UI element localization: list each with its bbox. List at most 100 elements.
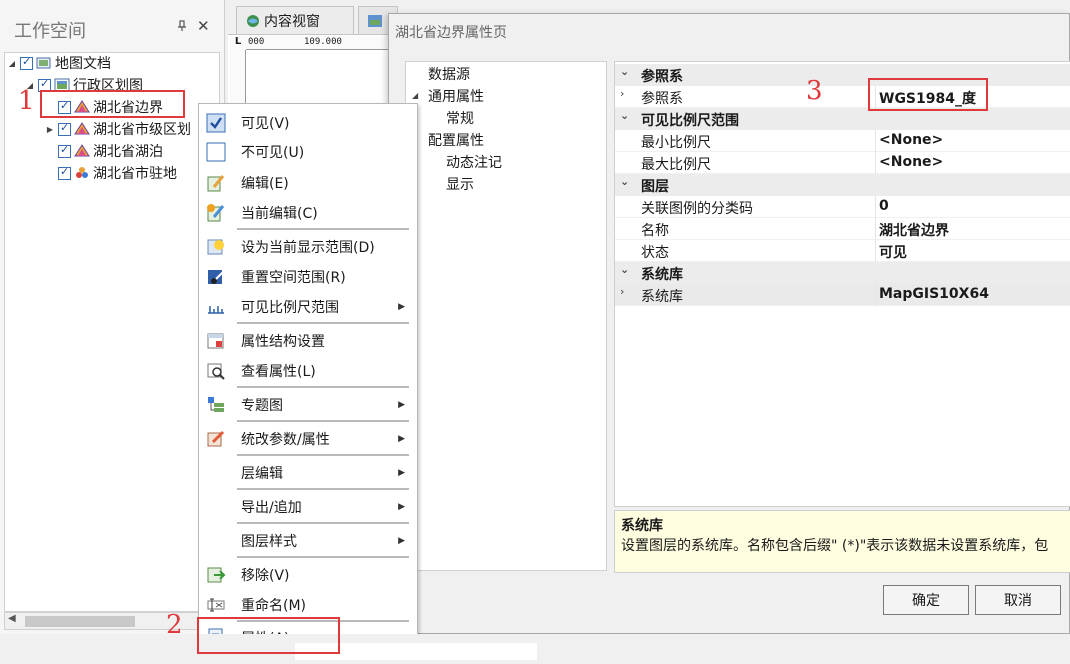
property-row-reference[interactable]: › 参照系 WGS1984_度 (615, 86, 1070, 108)
menu-item-thematic-map[interactable]: 专题图 ▶ (199, 392, 417, 418)
map-icon (367, 13, 383, 29)
property-name: 系统库 (641, 289, 683, 305)
category-layer[interactable]: ⌄ 图层 (615, 174, 1070, 196)
nav-item-regular[interactable]: 常规 (446, 108, 474, 130)
menu-item-export-append[interactable]: 导出/追加 ▶ (199, 494, 417, 520)
collapse-icon[interactable]: ◢ (412, 91, 418, 100)
category-system-library[interactable]: ⌄ 系统库 (615, 262, 1070, 284)
checkbox-icon[interactable] (58, 121, 71, 136)
tab-content-view[interactable]: 内容视窗 (236, 6, 354, 34)
category-scale-range[interactable]: ⌄ 可见比例尺范围 (615, 108, 1070, 130)
menu-item-label: 查看属性(L) (241, 364, 316, 380)
nav-item-display[interactable]: 显示 (446, 174, 474, 196)
ok-button[interactable]: 确定 (883, 585, 969, 615)
property-value[interactable]: <None> (879, 132, 943, 148)
property-value[interactable]: 湖北省边界 (879, 220, 949, 240)
close-icon[interactable]: ✕ (197, 17, 210, 35)
nav-item-data-source[interactable]: 数据源 (428, 64, 470, 86)
checkbox-icon[interactable] (58, 143, 71, 158)
menu-item-label: 统改参数/属性 (241, 432, 330, 448)
menu-item-layer-style[interactable]: 图层样式 ▶ (199, 528, 417, 554)
menu-item-label: 可见(V) (241, 116, 290, 132)
submenu-arrow-icon: ▶ (398, 468, 405, 478)
empty-box-icon (205, 142, 227, 162)
ruler-unit: L (230, 36, 246, 50)
dialog-title: 湖北省边界属性页 (395, 25, 507, 41)
pin-icon[interactable] (177, 20, 187, 35)
menu-item-label: 图层样式 (241, 534, 297, 550)
menu-item-rename[interactable]: 重命名(M) (199, 592, 417, 618)
menu-item-reset-extent[interactable]: 重置空间范围(R) (199, 264, 417, 290)
description-panel: 系统库 设置图层的系统库。名称包含后缀" (*)"表示该数据未设置系统库，包 (614, 510, 1070, 573)
menu-item-attribute-structure[interactable]: 属性结构设置 (199, 328, 417, 354)
property-row-state[interactable]: 状态 可见 (615, 240, 1070, 262)
menu-item-edit[interactable]: 编辑(E) (199, 170, 417, 196)
property-value[interactable]: <None> (879, 154, 943, 170)
workspace-title: 工作空间 (14, 21, 86, 42)
property-row-system-library[interactable]: › 系统库 MapGIS10X64 (615, 284, 1070, 306)
property-name: 最小比例尺 (641, 135, 711, 151)
highlight-box (197, 617, 340, 654)
current-edit-icon (205, 203, 227, 223)
collapse-icon[interactable]: ◢ (7, 59, 17, 68)
expand-icon[interactable]: ▶ (45, 125, 55, 134)
collapse-icon[interactable]: ⌄ (620, 175, 629, 188)
checked-box-icon (205, 113, 227, 133)
menu-item-current-edit[interactable]: 当前编辑(C) (199, 200, 417, 226)
property-value[interactable]: MapGIS10X64 (879, 286, 989, 302)
tree-item-hubei-lakes[interactable]: 湖北省湖泊 (45, 141, 163, 161)
globe-icon (245, 13, 261, 29)
tab-label: 内容视窗 (264, 13, 320, 30)
nav-item-general[interactable]: 通用属性 (428, 86, 484, 108)
cancel-button[interactable]: 取消 (975, 585, 1061, 615)
menu-item-set-display-extent[interactable]: 设为当前显示范围(D) (199, 234, 417, 260)
menu-item-visible[interactable]: 可见(V) (199, 110, 417, 136)
tree-item-hubei-city-seats[interactable]: 湖北省市驻地 (45, 163, 177, 183)
horizontal-scrollbar[interactable]: ◀ (4, 612, 220, 630)
menu-item-batch-modify[interactable]: 统改参数/属性 ▶ (199, 426, 417, 452)
scroll-left-icon[interactable]: ◀ (8, 613, 16, 624)
expand-icon[interactable]: › (620, 87, 624, 100)
highlight-box (868, 78, 988, 111)
tree-item-hubei-city-division[interactable]: ▶ 湖北省市级区划 (45, 119, 191, 139)
property-value[interactable]: 可见 (879, 242, 907, 262)
property-name: 名称 (641, 223, 669, 239)
expand-icon[interactable]: › (620, 285, 624, 298)
category-label: 系统库 (641, 267, 683, 283)
property-value[interactable]: 0 (879, 198, 889, 214)
scale-icon (205, 297, 227, 317)
collapse-icon[interactable]: ⌄ (620, 263, 629, 276)
menu-item-label: 可见比例尺范围 (241, 300, 339, 316)
description-title: 系统库 (621, 518, 663, 534)
menu-item-visible-scale-range[interactable]: 可见比例尺范围 ▶ (199, 294, 417, 320)
edit-icon (205, 173, 227, 193)
description-text: 设置图层的系统库。名称包含后缀" (*)"表示该数据未设置系统库，包 (621, 538, 1049, 554)
nav-item-dynamic-label[interactable]: 动态注记 (446, 152, 502, 174)
property-row-name[interactable]: 名称 湖北省边界 (615, 218, 1070, 240)
checkbox-icon[interactable] (20, 55, 33, 70)
menu-item-label: 导出/追加 (241, 500, 302, 516)
highlight-box (40, 90, 185, 118)
collapse-icon[interactable]: ⌄ (620, 109, 629, 122)
point-layer-icon (74, 165, 90, 181)
polygon-layer-icon (74, 143, 90, 159)
property-row-max-scale[interactable]: 最大比例尺 <None> (615, 152, 1070, 174)
menu-item-layer-edit[interactable]: 层编辑 ▶ (199, 460, 417, 486)
collapse-icon[interactable]: ⌄ (620, 65, 629, 78)
scrollbar-thumb[interactable] (25, 616, 135, 627)
menu-item-view-attributes[interactable]: 查看属性(L) (199, 358, 417, 384)
checkbox-icon[interactable] (58, 165, 71, 180)
menu-item-remove[interactable]: 移除(V) (199, 562, 417, 588)
property-row-legend-code[interactable]: 关联图例的分类码 0 (615, 196, 1070, 218)
menu-item-invisible[interactable]: 不可见(U) (199, 139, 417, 165)
property-row-min-scale[interactable]: 最小比例尺 <None> (615, 130, 1070, 152)
category-reference[interactable]: ⌄ 参照系 (615, 64, 1070, 86)
property-name: 参照系 (641, 91, 683, 107)
category-label: 参照系 (641, 69, 683, 85)
nav-item-config[interactable]: 配置属性 (428, 130, 484, 152)
menu-item-label: 层编辑 (241, 466, 283, 482)
tree-item-label: 地图文档 (55, 56, 111, 72)
magnifier-icon (205, 361, 227, 381)
tree-item-map-document[interactable]: ◢ 地图文档 (7, 53, 111, 73)
category-label: 可见比例尺范围 (641, 113, 739, 129)
